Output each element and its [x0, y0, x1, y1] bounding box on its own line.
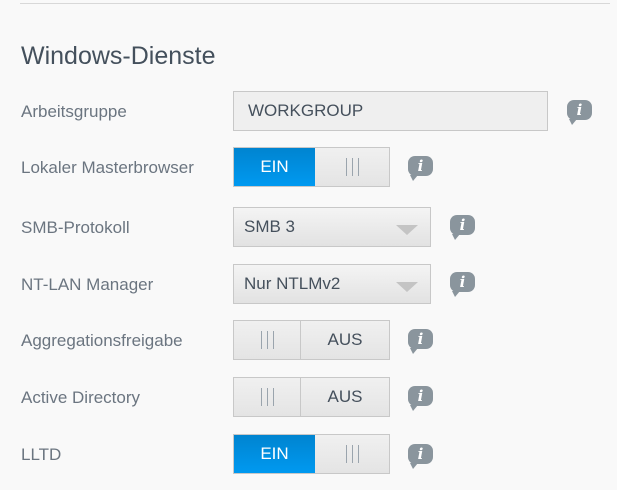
lltd-row: LLTD EIN i — [0, 434, 617, 474]
active-directory-row: Active Directory AUS i — [0, 377, 617, 417]
chevron-down-icon — [396, 225, 418, 235]
info-icon[interactable]: i — [408, 444, 433, 469]
ntlm-label: NT-LAN Manager — [21, 275, 154, 294]
active-directory-label: Active Directory — [21, 388, 141, 407]
info-icon[interactable]: i — [450, 272, 475, 297]
smb-label: SMB-Protokoll — [21, 218, 130, 237]
toggle-off-label: AUS — [327, 387, 363, 406]
ntlm-select[interactable]: Nur NTLMv2 — [233, 264, 431, 304]
active-directory-toggle[interactable]: AUS — [233, 377, 390, 417]
divider — [20, 3, 610, 4]
toggle-on-label: EIN — [234, 148, 315, 186]
toggle-on-label: EIN — [234, 435, 315, 473]
smb-select[interactable]: SMB 3 — [233, 207, 431, 247]
workgroup-input[interactable]: WORKGROUP — [233, 91, 548, 131]
grip-icon — [234, 321, 301, 359]
master-browser-toggle[interactable]: EIN — [233, 147, 390, 187]
grip-icon — [234, 378, 301, 416]
lltd-toggle[interactable]: EIN — [233, 434, 390, 474]
info-icon[interactable]: i — [408, 329, 433, 354]
info-icon[interactable]: i — [408, 156, 433, 181]
info-icon[interactable]: i — [567, 100, 592, 125]
smb-row: SMB-Protokoll SMB 3 i — [0, 207, 617, 247]
master-browser-label: Lokaler Masterbrowser — [21, 158, 194, 177]
grip-icon — [315, 435, 389, 473]
workgroup-label: Arbeitsgruppe — [21, 102, 127, 121]
master-browser-row: Lokaler Masterbrowser EIN i — [0, 147, 617, 187]
grip-icon — [315, 148, 389, 186]
ntlm-row: NT-LAN Manager Nur NTLMv2 i — [0, 264, 617, 304]
smb-value: SMB 3 — [244, 217, 296, 236]
info-icon[interactable]: i — [408, 386, 433, 411]
ntlm-value: Nur NTLMv2 — [244, 274, 341, 293]
chevron-down-icon — [396, 282, 418, 292]
section-title: Windows-Dienste — [21, 42, 216, 70]
info-icon[interactable]: i — [450, 215, 475, 240]
workgroup-row: Arbeitsgruppe WORKGROUP i — [0, 91, 617, 131]
aggregation-toggle[interactable]: AUS — [233, 320, 390, 360]
lltd-label: LLTD — [21, 445, 62, 464]
aggregation-label: Aggregationsfreigabe — [21, 331, 183, 350]
toggle-off-label: AUS — [327, 330, 363, 349]
aggregation-row: Aggregationsfreigabe AUS i — [0, 320, 617, 360]
